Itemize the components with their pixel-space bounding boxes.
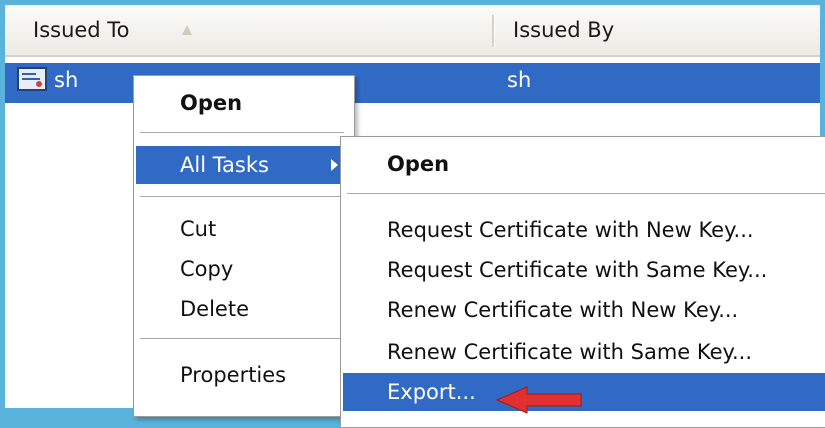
cell-issued-to: sh xyxy=(54,68,79,92)
submenu-item-renew-same-key[interactable]: Renew Certificate with Same Key... xyxy=(343,333,825,371)
submenu-separator xyxy=(347,193,825,195)
menu-separator xyxy=(140,132,344,134)
list-header: Issued To Issued By xyxy=(5,5,820,57)
submenu-item-renew-new-key[interactable]: Renew Certificate with New Key... xyxy=(343,291,825,329)
column-separator[interactable] xyxy=(492,15,495,47)
sort-ascending-icon xyxy=(182,25,192,35)
submenu-item-open[interactable]: Open xyxy=(343,145,825,183)
cell-issued-by: sh xyxy=(507,68,532,92)
menu-item-all-tasks-label: All Tasks xyxy=(180,153,269,177)
menu-item-delete[interactable]: Delete xyxy=(136,290,350,328)
menu-item-all-tasks[interactable]: All Tasks xyxy=(136,146,350,184)
menu-item-properties[interactable]: Properties xyxy=(136,356,350,394)
menu-item-open[interactable]: Open xyxy=(136,84,350,122)
menu-item-copy[interactable]: Copy xyxy=(136,250,350,288)
menu-separator xyxy=(140,196,344,198)
menu-item-cut[interactable]: Cut xyxy=(136,210,350,248)
submenu-item-request-new-key[interactable]: Request Certificate with New Key... xyxy=(343,211,825,249)
column-header-issued-by[interactable]: Issued By xyxy=(513,5,614,55)
context-menu: Open All Tasks Cut Copy Delete Propertie… xyxy=(133,75,355,417)
column-header-issued-to[interactable]: Issued To xyxy=(33,5,129,55)
menu-separator xyxy=(140,338,344,340)
certificate-icon xyxy=(17,67,47,91)
table-row-selected[interactable]: sh sh xyxy=(5,63,820,103)
annotation-arrow-icon xyxy=(495,386,582,414)
submenu-item-request-same-key[interactable]: Request Certificate with Same Key... xyxy=(343,251,825,289)
submenu-arrow-icon xyxy=(331,159,338,171)
